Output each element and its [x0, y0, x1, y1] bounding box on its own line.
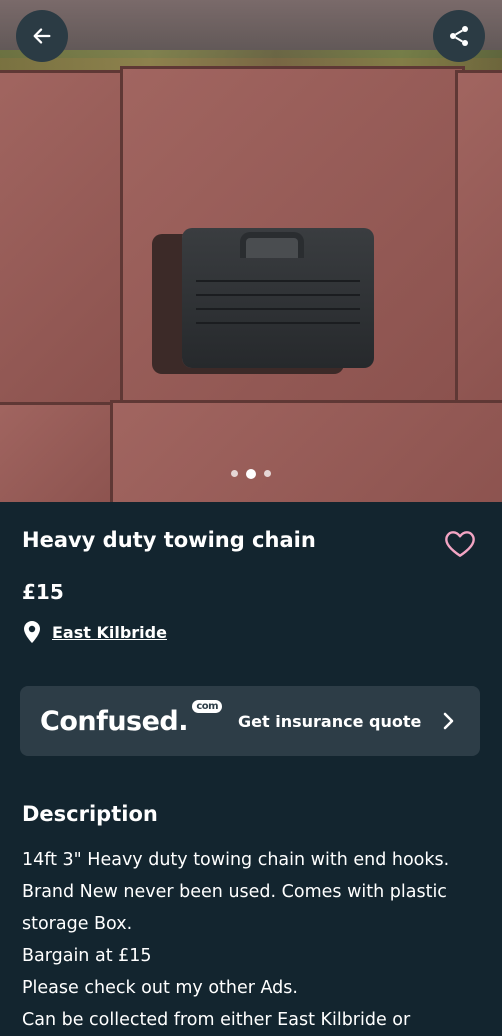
photo-storage-case [182, 228, 374, 368]
case-handle [240, 232, 304, 258]
gallery-dot[interactable] [231, 470, 238, 477]
gallery-indicator [0, 469, 502, 479]
insurance-quote-label: Get insurance quote [238, 711, 422, 731]
listing-photo[interactable] [0, 0, 502, 502]
insurance-quote-banner[interactable]: Confused. com Get insurance quote [20, 686, 480, 756]
description-line: Bargain at £15 [22, 946, 152, 966]
description-body: 14ft 3" Heavy duty towing chain with end… [22, 844, 482, 1036]
location-pin-icon [24, 621, 40, 643]
share-button[interactable] [433, 10, 485, 62]
case-rib [196, 322, 360, 324]
heart-icon [445, 531, 475, 557]
case-rib [196, 308, 360, 310]
photo-slab [110, 400, 502, 502]
listing-location[interactable]: East Kilbride [22, 620, 167, 644]
listing-price: £15 [22, 580, 64, 604]
description-line: Please check out my other Ads. [22, 978, 298, 998]
back-button[interactable] [16, 10, 68, 62]
location-link[interactable]: East Kilbride [52, 623, 167, 642]
case-rib [196, 294, 360, 296]
description-line: Brand New never been used. Comes with pl… [22, 882, 447, 902]
favourite-button[interactable] [444, 528, 476, 562]
gallery-dot[interactable] [264, 470, 271, 477]
confused-logo-badge: com [192, 699, 223, 713]
photo-slab [455, 70, 502, 410]
share-icon [450, 26, 468, 46]
listing-title: Heavy duty towing chain [22, 528, 316, 552]
listing-details: Heavy duty towing chain £15 East Kilbrid… [0, 502, 502, 1030]
chevron-right-icon [443, 712, 454, 730]
description-line: storage Box. [22, 914, 133, 934]
photo-slab [0, 402, 115, 502]
description-heading: Description [22, 802, 158, 826]
case-rib [196, 280, 360, 282]
description-line: Can be collected from either East Kilbri… [22, 1010, 411, 1030]
back-arrow-icon [33, 28, 51, 44]
gallery-dot-active[interactable] [246, 469, 256, 479]
confused-logo-text: Confused. [40, 705, 189, 737]
photo-slab [0, 70, 130, 410]
confused-logo: Confused. com [40, 699, 223, 737]
description-line: 14ft 3" Heavy duty towing chain with end… [22, 850, 450, 870]
